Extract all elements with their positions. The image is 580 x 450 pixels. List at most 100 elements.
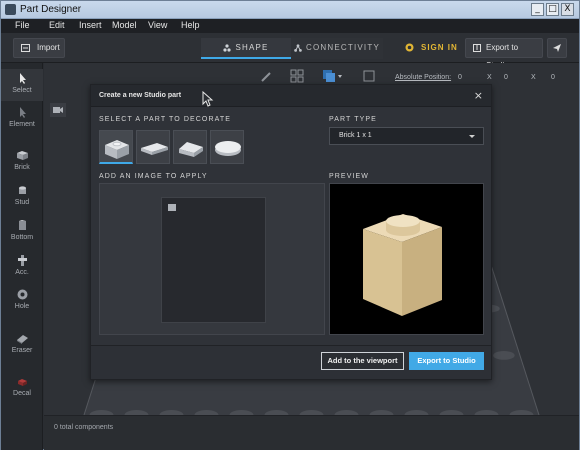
- tool-accessory-label: Acc.: [15, 269, 29, 276]
- part-designer-window: Part Designer _ □ X File Edit Insert Mod…: [0, 0, 580, 450]
- brick-icon: [16, 151, 28, 160]
- export-icon: [473, 44, 481, 52]
- tool-decal-label: Decal: [13, 390, 31, 397]
- tool-element[interactable]: Element: [1, 107, 43, 128]
- share-button[interactable]: [547, 38, 567, 58]
- part-type-dropdown[interactable]: Brick 1 x 1: [329, 127, 484, 145]
- coord-x-value[interactable]: 0: [458, 74, 462, 81]
- part-type-value: Brick 1 x 1: [339, 132, 372, 139]
- paper-plane-icon: [553, 44, 561, 52]
- title-bar: Part Designer _ □ X: [1, 1, 579, 19]
- tool-stud-label: Stud: [14, 199, 30, 206]
- tool-stud[interactable]: Stud: [1, 185, 43, 206]
- part-option-slope[interactable]: [173, 130, 207, 164]
- absolute-position-label: Absolute Position:: [395, 74, 452, 81]
- coord-x-label: X: [487, 74, 492, 81]
- part-option-round[interactable]: [210, 130, 244, 164]
- coord-y-value[interactable]: 0: [504, 74, 508, 81]
- dropdown-arrow-icon: [469, 135, 475, 138]
- tool-brick-label: Brick: [14, 164, 30, 171]
- menu-help[interactable]: Help: [181, 20, 200, 30]
- maximize-button[interactable]: □: [546, 3, 559, 16]
- coord-y-label: X: [531, 74, 536, 81]
- export-to-studio-button[interactable]: Export to Studio: [409, 352, 484, 370]
- part-type-heading: PART TYPE: [329, 116, 377, 123]
- coord-z-value[interactable]: 0: [551, 74, 555, 81]
- grid-icon[interactable]: [290, 69, 304, 83]
- mouse-cursor-icon: [202, 91, 214, 107]
- pencil-icon[interactable]: [260, 71, 272, 83]
- slope-part-icon: [179, 142, 203, 157]
- tool-bottom-label: Bottom: [10, 234, 34, 241]
- preview-heading: PREVIEW: [329, 173, 369, 180]
- brick-preview-render: [363, 214, 442, 316]
- tool-eraser[interactable]: Eraser: [1, 333, 43, 354]
- tab-shape-label: SHAPE: [235, 43, 269, 52]
- accessory-icon: [17, 255, 27, 266]
- tool-element-label: Element: [9, 121, 35, 128]
- import-label: Import: [37, 43, 60, 52]
- image-placeholder-icon: [168, 204, 176, 211]
- component-count: 0 total components: [54, 424, 114, 431]
- status-bar: 0 total components: [44, 415, 579, 450]
- round-plate-part-icon: [215, 141, 241, 156]
- image-drop-area[interactable]: [161, 197, 266, 323]
- dialog-header: Create a new Studio part ×: [91, 85, 491, 107]
- dialog-close-button[interactable]: ×: [474, 89, 483, 102]
- stud-icon: [18, 186, 26, 194]
- image-panel: [99, 183, 325, 335]
- connectivity-icon: [294, 44, 302, 52]
- tool-bottom[interactable]: Bottom: [1, 220, 43, 241]
- plate-part-icon: [141, 143, 168, 155]
- hole-icon: [17, 289, 27, 300]
- tool-accessory[interactable]: Acc.: [1, 255, 43, 276]
- menu-model[interactable]: Model: [112, 20, 137, 30]
- add-image-heading: ADD AN IMAGE TO APPLY: [99, 173, 208, 180]
- select-part-heading: SELECT A PART TO DECORATE: [99, 116, 232, 123]
- menu-insert[interactable]: Insert: [79, 20, 102, 30]
- camera-button[interactable]: [50, 103, 66, 117]
- camera-icon: [53, 107, 63, 113]
- cursor-arrow-icon: [19, 73, 26, 84]
- menu-bar: File Edit Insert Model View Help: [1, 19, 579, 33]
- menu-edit[interactable]: Edit: [49, 20, 65, 30]
- element-arrow-icon: [19, 107, 26, 118]
- coin-icon: [405, 43, 414, 52]
- window-title: Part Designer: [20, 4, 82, 15]
- top-toolbar: Import SHAPE CONNECTIVITY SIGN IN Export…: [1, 33, 579, 70]
- create-part-dialog: Create a new Studio part × SELECT A PART…: [90, 84, 492, 380]
- tool-hole[interactable]: Hole: [1, 289, 43, 310]
- decal-icon: [17, 379, 27, 386]
- baseplate-stud: [493, 351, 515, 360]
- import-icon: [21, 44, 30, 52]
- app-icon: [5, 4, 16, 15]
- shapes-icon: [223, 44, 232, 52]
- tool-select-label: Select: [12, 87, 32, 94]
- part-option-plate[interactable]: [136, 130, 170, 164]
- bottom-icon: [18, 220, 26, 230]
- export-to-studio-toolbar-button[interactable]: Export to Studio: [465, 38, 543, 70]
- tab-connectivity[interactable]: CONNECTIVITY: [291, 38, 383, 59]
- menu-view[interactable]: View: [148, 20, 167, 30]
- tool-select[interactable]: Select: [1, 69, 43, 101]
- color-swatch-icon[interactable]: [322, 69, 344, 83]
- tool-brick[interactable]: Brick: [1, 150, 43, 171]
- tool-decal[interactable]: Decal: [1, 376, 43, 397]
- tab-shape[interactable]: SHAPE: [201, 38, 291, 59]
- brick-part-icon: [105, 140, 129, 159]
- import-button[interactable]: Import: [13, 38, 65, 58]
- eraser-icon: [16, 335, 28, 344]
- preview-pane[interactable]: [329, 183, 484, 335]
- dialog-title: Create a new Studio part: [99, 92, 182, 99]
- close-window-button[interactable]: X: [561, 3, 574, 16]
- tool-eraser-label: Eraser: [11, 347, 33, 354]
- left-toolbar: Select Element Brick Stud Bottom Acc. Ho…: [1, 63, 43, 450]
- menu-file[interactable]: File: [15, 20, 30, 30]
- part-option-brick[interactable]: [99, 130, 133, 164]
- snap-icon[interactable]: [362, 69, 376, 83]
- tab-connectivity-label: CONNECTIVITY: [306, 43, 380, 52]
- signin-label: SIGN IN: [421, 43, 458, 52]
- tool-hole-label: Hole: [14, 303, 30, 310]
- add-to-viewport-button[interactable]: Add to the viewport: [321, 352, 404, 370]
- minimize-button[interactable]: _: [531, 3, 544, 16]
